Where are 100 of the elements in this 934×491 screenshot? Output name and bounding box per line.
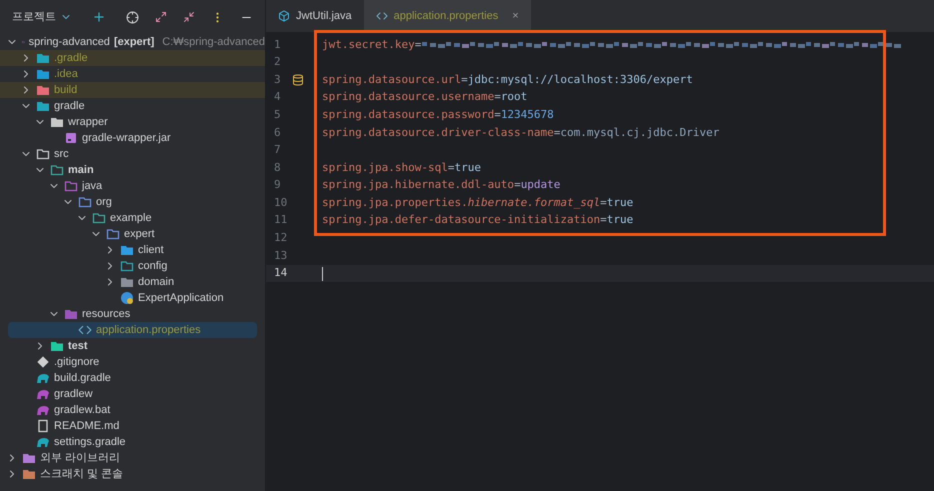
- book-icon: [36, 419, 50, 433]
- elephant-icon: [36, 403, 50, 417]
- tree-item[interactable]: .idea: [0, 66, 265, 82]
- tree-item[interactable]: spring-advanced [expert] C:₩spring-advanced: [0, 34, 265, 50]
- folder-icon: [64, 179, 78, 193]
- folder-icon: [36, 147, 50, 161]
- folder-icon: [120, 275, 134, 289]
- item-label: application.properties: [96, 322, 201, 338]
- line-number: 13: [274, 248, 288, 264]
- item-label: build: [54, 82, 78, 98]
- line-number: 10: [274, 194, 288, 211]
- module-tag: [expert]: [114, 34, 154, 50]
- class-file-icon: [120, 291, 134, 305]
- line-number: 4: [274, 89, 281, 106]
- item-label: .idea: [54, 66, 78, 82]
- code-line: spring.jpa.properties.hibernate.format_sql=true: [322, 194, 634, 211]
- tree-item[interactable]: domain: [0, 274, 265, 290]
- collapse-icon[interactable]: [183, 11, 195, 23]
- line-number: 1: [274, 36, 281, 53]
- tree-item[interactable]: test: [0, 338, 265, 354]
- tree-item[interactable]: settings.gradle: [0, 434, 265, 450]
- elephant-icon: [36, 371, 50, 385]
- tree-item[interactable]: client: [0, 242, 265, 258]
- tree-item[interactable]: java: [0, 178, 265, 194]
- target-icon[interactable]: [126, 10, 139, 24]
- line-number: 2: [274, 54, 281, 70]
- tree-item[interactable]: gradlew.bat: [0, 402, 265, 418]
- code-file-icon: [376, 10, 388, 22]
- add-icon[interactable]: [92, 10, 106, 24]
- folder-icon: [22, 451, 36, 465]
- tree-item[interactable]: .gitignore: [0, 354, 265, 370]
- tree-item[interactable]: README.md: [0, 418, 265, 434]
- code-line: spring.jpa.show-sql=true: [322, 160, 481, 176]
- code-line: spring.datasource.driver-class-name=com.mysql.cj.jdbc.Driver: [322, 124, 720, 141]
- tree-item[interactable]: src: [0, 146, 265, 162]
- item-label: gradlew.bat: [54, 402, 110, 418]
- tree-item[interactable]: resources: [0, 306, 265, 322]
- folder-icon: [92, 211, 106, 225]
- tree-item[interactable]: main: [0, 162, 265, 178]
- tree-item[interactable]: wrapper: [0, 114, 265, 130]
- item-label: 스크래치 및 콘솔: [40, 466, 124, 482]
- tree-item[interactable]: application.properties: [8, 322, 257, 338]
- item-label: gradlew: [54, 386, 93, 402]
- item-label: resources: [82, 306, 130, 322]
- close-tab-icon[interactable]: ×: [512, 8, 519, 24]
- tree-item[interactable]: org: [0, 194, 265, 210]
- item-label: src: [54, 146, 69, 162]
- line-number: 3: [274, 72, 281, 88]
- tree-item[interactable]: gradle: [0, 98, 265, 114]
- code-line: spring.datasource.url=jdbc:mysql://localhost:3306/expert: [322, 72, 693, 88]
- folder-icon: [36, 51, 50, 65]
- database-icon[interactable]: [292, 74, 304, 86]
- item-label: gradle-wrapper.jar: [82, 130, 171, 146]
- line-number: 5: [274, 106, 281, 123]
- item-label: domain: [138, 274, 174, 290]
- folder-icon: [106, 227, 120, 241]
- line-number: 12: [274, 230, 288, 246]
- item-label: expert: [124, 226, 155, 242]
- item-label: client: [138, 242, 164, 258]
- cube-icon: [278, 10, 290, 22]
- tree-item[interactable]: 외부 라이브러리: [0, 450, 265, 466]
- code-line: spring.datasource.username=root: [322, 89, 528, 106]
- tree-item[interactable]: gradle-wrapper.jar: [0, 130, 265, 146]
- elephant-icon: [36, 435, 50, 449]
- expand-icon[interactable]: [155, 11, 167, 23]
- tree-item[interactable]: .gradle: [0, 50, 265, 66]
- tree-item[interactable]: gradlew: [0, 386, 265, 402]
- item-label: README.md: [54, 418, 120, 434]
- jar-file-icon: [64, 131, 78, 145]
- item-label: gradle: [54, 98, 85, 114]
- tree-item[interactable]: ExpertApplication: [0, 290, 265, 306]
- tree-item[interactable]: 스크래치 및 콘솔: [0, 466, 265, 482]
- code-line: spring.jpa.defer-datasource-initialization=true: [322, 212, 634, 228]
- tree-item[interactable]: expert: [0, 226, 265, 242]
- tree-item[interactable]: build: [0, 82, 265, 98]
- code-line: spring.jpa.hibernate.ddl-auto=update: [322, 177, 560, 194]
- code-file-icon: [78, 323, 92, 337]
- editor-tab[interactable]: JwtUtil.java: [266, 0, 364, 32]
- line-number: 8: [274, 160, 281, 176]
- line-number: 9: [274, 177, 281, 194]
- item-label: test: [68, 338, 88, 354]
- code-line: spring.datasource.password=12345678: [322, 106, 554, 123]
- path-hint: C:₩spring-advanced: [162, 34, 265, 50]
- item-label: settings.gradle: [54, 434, 126, 450]
- item-label: example: [110, 210, 152, 226]
- panel-title[interactable]: 프로젝트: [12, 8, 56, 26]
- folder-icon: [120, 259, 134, 273]
- text-caret: [322, 266, 323, 281]
- editor-tab[interactable]: application.properties ×: [364, 0, 531, 32]
- tree-item[interactable]: build.gradle: [0, 370, 265, 386]
- item-label: main: [68, 162, 94, 178]
- tree-item[interactable]: config: [0, 258, 265, 274]
- item-label: .gradle: [54, 50, 88, 66]
- folder-icon: [22, 467, 36, 481]
- item-label: ExpertApplication: [138, 290, 224, 306]
- line-number: 14: [274, 265, 288, 282]
- tree-item[interactable]: example: [0, 210, 265, 226]
- line-number: 11: [274, 212, 288, 228]
- elephant-icon: [36, 387, 50, 401]
- item-label: .gitignore: [54, 354, 100, 370]
